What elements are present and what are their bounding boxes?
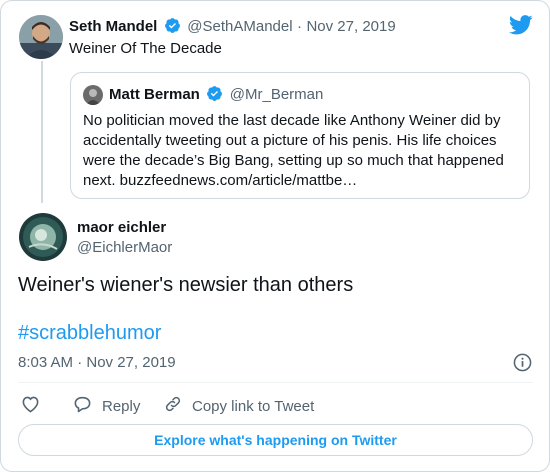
author-handle[interactable]: @SethAMandel bbox=[187, 18, 292, 35]
reply-author-name[interactable]: maor eichler bbox=[77, 219, 166, 236]
reply-tweet-text: Weiner's wiener's newsier than others bbox=[18, 274, 354, 296]
info-icon[interactable] bbox=[513, 353, 532, 377]
reply-author-handle[interactable]: @EichlerMaor bbox=[77, 239, 172, 256]
verified-badge-icon bbox=[164, 17, 181, 39]
quoted-author-name: Matt Berman bbox=[109, 86, 200, 103]
copy-link-label: Copy link to Tweet bbox=[192, 397, 315, 415]
embedded-tweet-card: Seth Mandel @SethAMandel · Nov 27, 2019 … bbox=[0, 0, 550, 472]
tweet-header: Seth Mandel @SethAMandel · Nov 27, 2019 bbox=[69, 17, 396, 39]
verified-badge-icon bbox=[206, 85, 223, 107]
avatar-matt-berman bbox=[83, 85, 103, 105]
heart-icon bbox=[21, 395, 40, 417]
quoted-tweet[interactable]: Matt Berman @Mr_Berman No politician mov… bbox=[70, 72, 530, 199]
explore-twitter-button[interactable]: Explore what's happening on Twitter bbox=[18, 424, 533, 456]
separator: · bbox=[297, 18, 303, 35]
tweet-text: Weiner Of The Decade bbox=[69, 40, 222, 57]
like-button[interactable] bbox=[21, 395, 40, 417]
copy-link-button[interactable]: Copy link to Tweet bbox=[164, 395, 314, 417]
twitter-bird-icon[interactable] bbox=[508, 15, 533, 40]
quoted-header: Matt Berman @Mr_Berman bbox=[109, 85, 323, 107]
avatar-maor-eichler[interactable] bbox=[19, 213, 67, 261]
reply-icon bbox=[73, 395, 92, 417]
hashtag-link[interactable]: #scrabblehumor bbox=[18, 322, 161, 345]
quoted-author-handle: @Mr_Berman bbox=[229, 86, 324, 103]
tweet-date[interactable]: Nov 27, 2019 bbox=[306, 18, 395, 35]
quoted-tweet-text: No politician moved the last decade like… bbox=[83, 112, 504, 189]
link-icon bbox=[164, 395, 182, 417]
reply-button[interactable]: Reply bbox=[73, 395, 140, 417]
divider bbox=[18, 382, 533, 383]
tweet-timestamp[interactable]: 8:03 AM · Nov 27, 2019 bbox=[18, 354, 176, 371]
thread-connector-line bbox=[41, 61, 43, 203]
avatar-seth-mandel[interactable] bbox=[19, 15, 63, 59]
reply-label: Reply bbox=[102, 397, 141, 415]
author-name[interactable]: Seth Mandel bbox=[69, 18, 157, 35]
